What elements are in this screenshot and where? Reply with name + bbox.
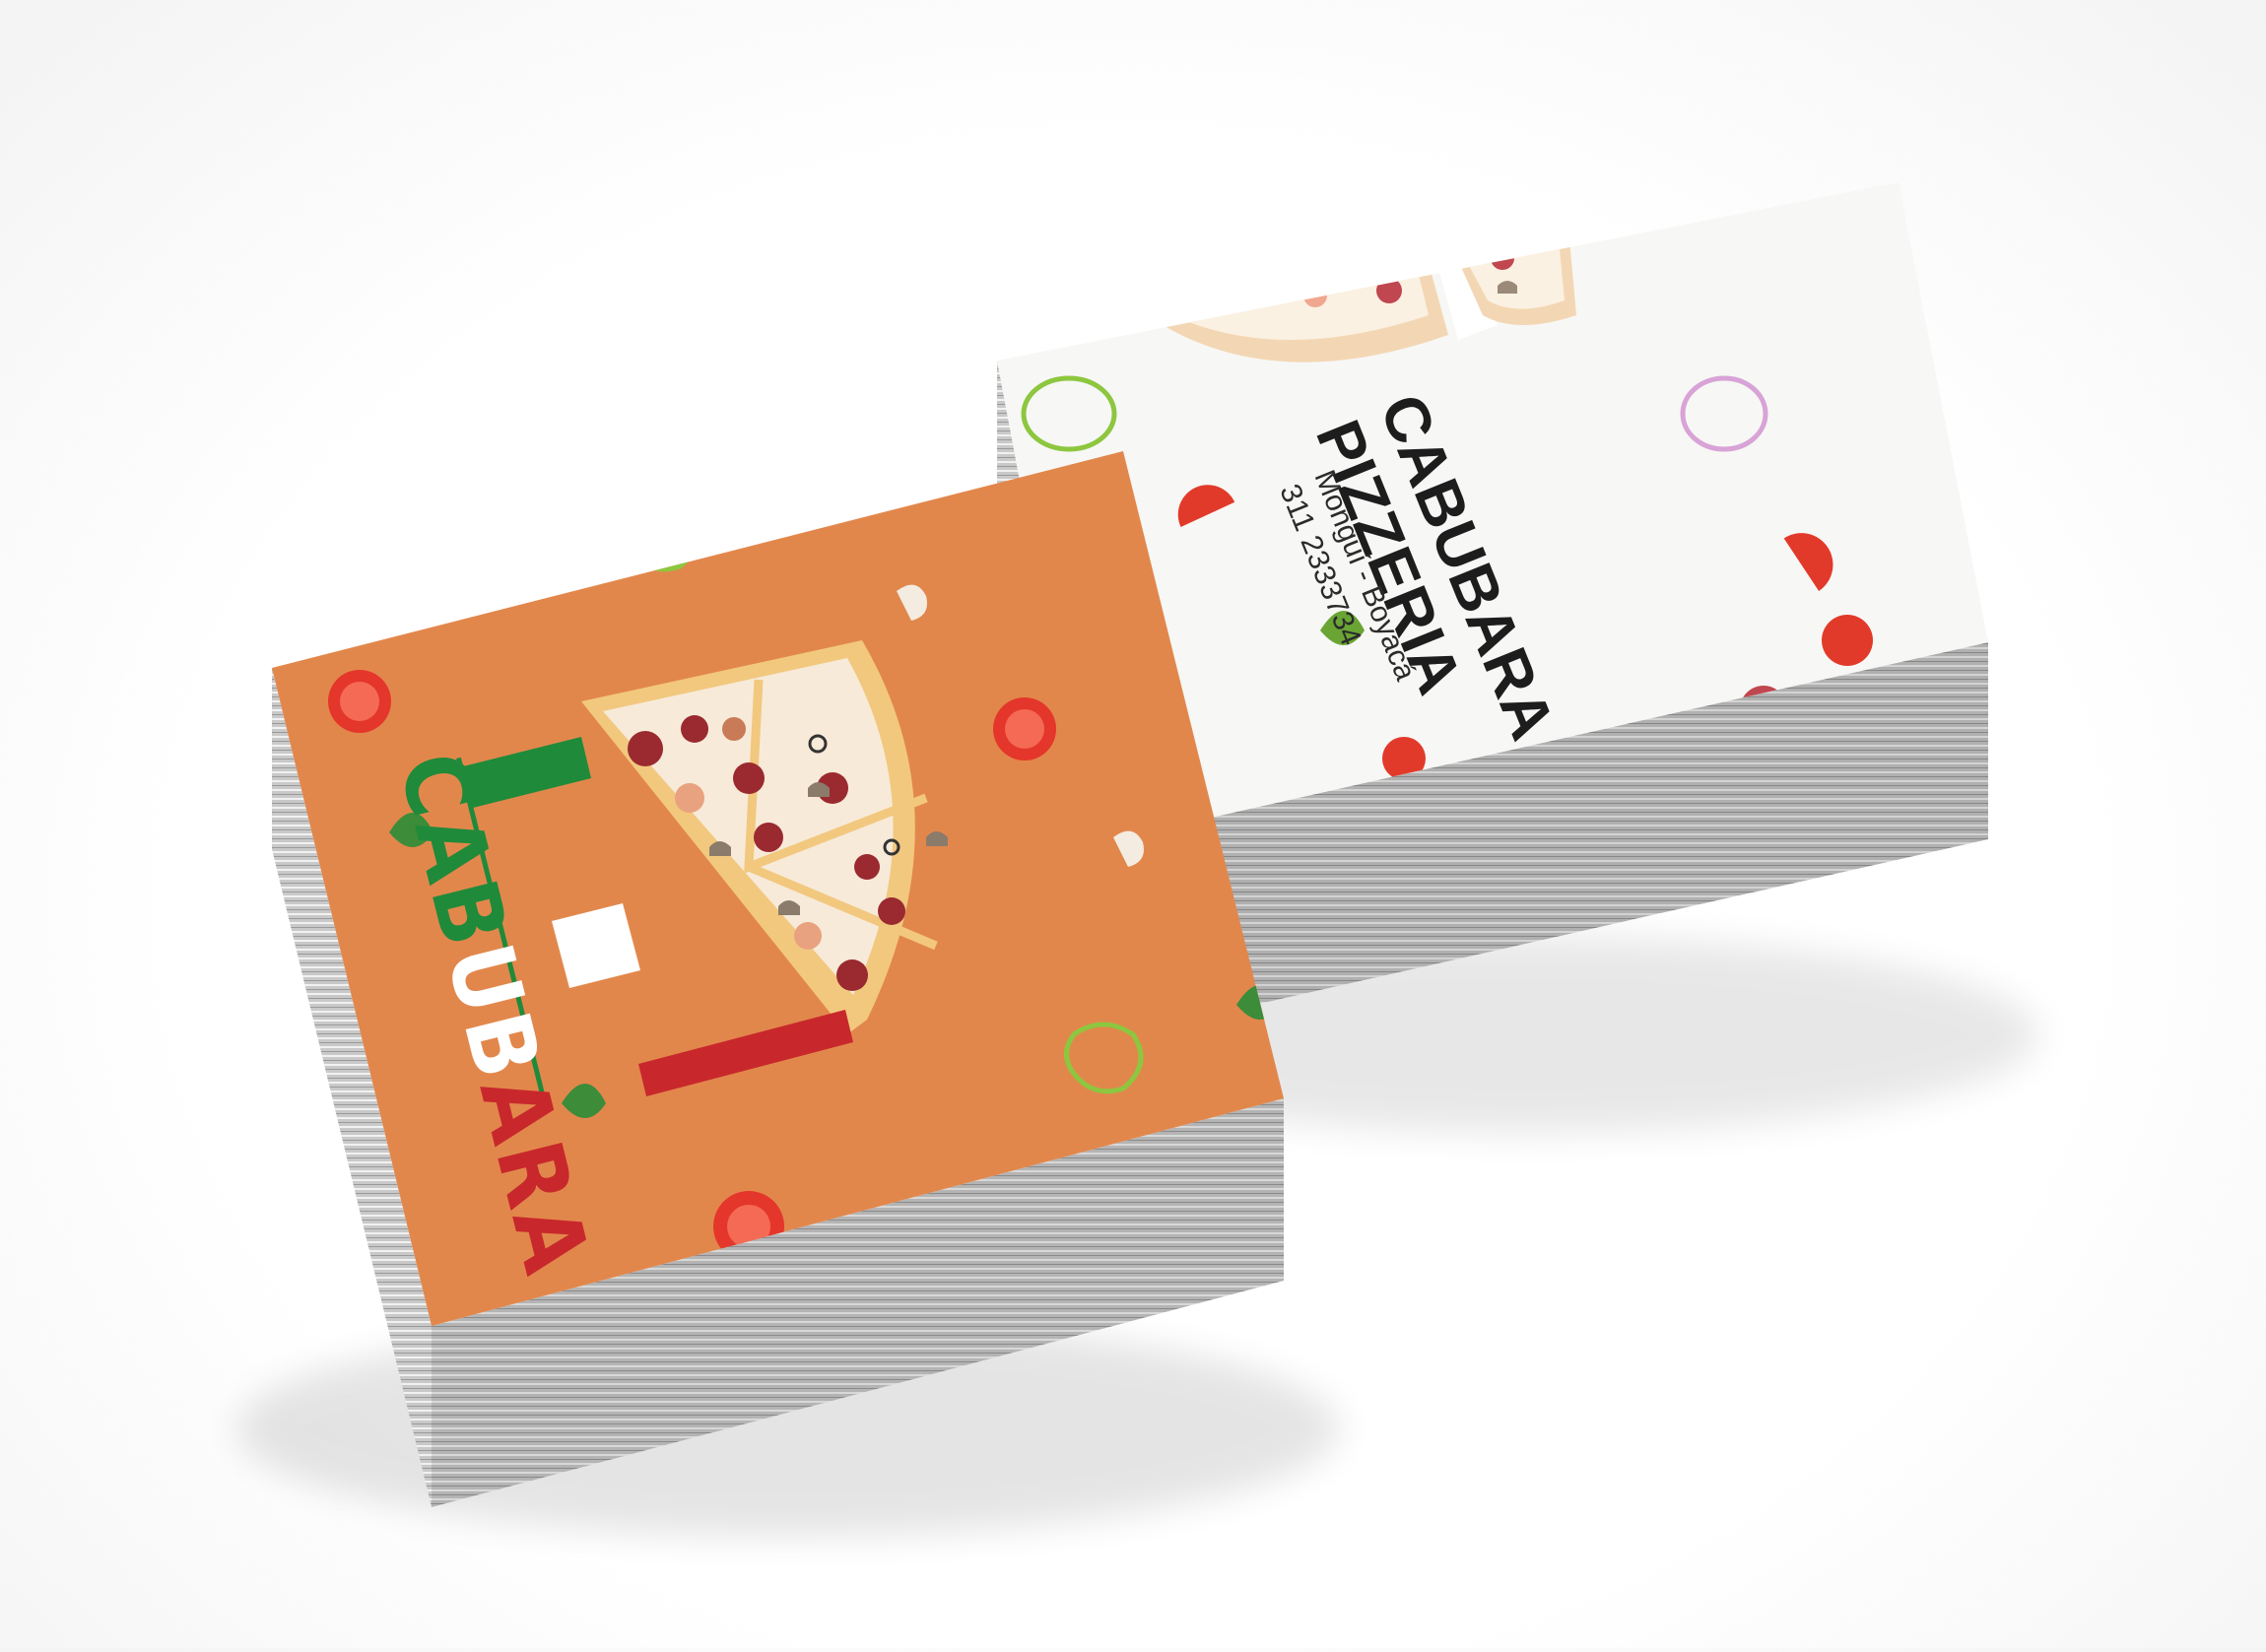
mockup-canvas	[236, 182, 2039, 1537]
tomato-icon	[1822, 615, 1873, 666]
basil-leaf-icon	[776, 451, 813, 477]
business-card-mockup: CABUBARA CABUBARA PIZZERIA Monguí - Boya…	[0, 0, 2266, 1648]
pepper-ring-icon	[621, 499, 700, 572]
